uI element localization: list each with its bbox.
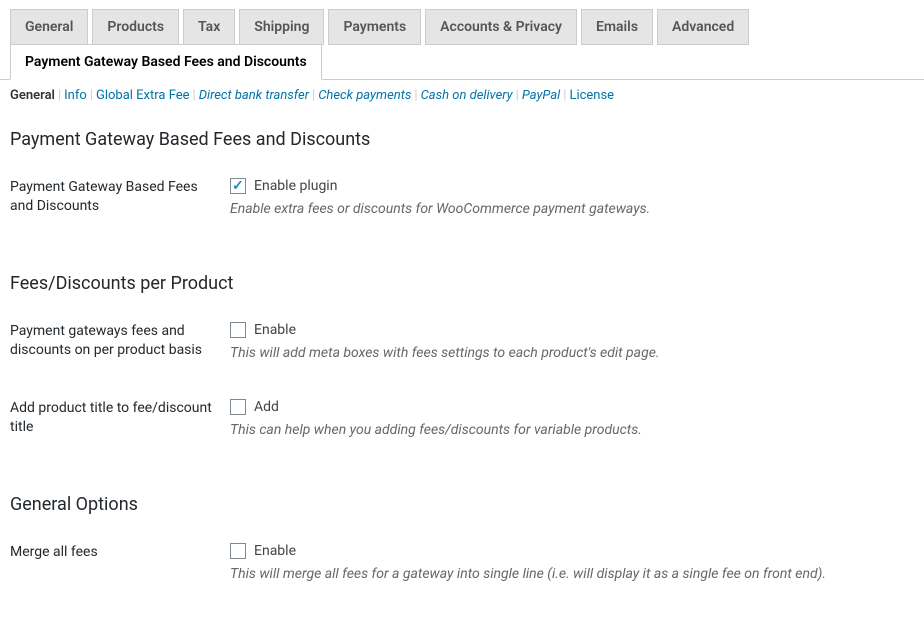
section-title-per-product: Fees/Discounts per Product — [10, 273, 914, 294]
per-product-field[interactable]: Enable — [230, 322, 914, 338]
settings-content: Payment Gateway Based Fees and Discounts… — [0, 129, 924, 640]
merge-fees-checkbox-label: Enable — [254, 543, 296, 559]
merge-fees-field[interactable]: Enable — [230, 543, 914, 559]
enable-plugin-description: Enable extra fees or discounts for WooCo… — [230, 201, 914, 217]
section-title-general-options: General Options — [10, 494, 914, 515]
add-title-field[interactable]: Add — [230, 399, 914, 415]
separator: | — [190, 88, 199, 103]
row-label-enable-plugin: Payment Gateway Based Fees and Discounts — [10, 178, 230, 255]
merge-fees-checkbox[interactable] — [230, 543, 246, 559]
tab-payment-gateway-based-fees-and-discounts[interactable]: Payment Gateway Based Fees and Discounts — [10, 44, 322, 80]
subnav-paypal[interactable]: PayPal — [522, 88, 560, 103]
subnav-cash-on-delivery[interactable]: Cash on delivery — [421, 88, 513, 103]
tab-general[interactable]: General — [10, 9, 88, 45]
separator: | — [309, 88, 318, 103]
row-label-merge-fees: Merge all fees — [10, 543, 230, 620]
tab-products[interactable]: Products — [92, 9, 179, 45]
separator: | — [55, 88, 64, 103]
add-title-checkbox[interactable] — [230, 399, 246, 415]
subnav-license[interactable]: License — [569, 88, 614, 103]
tab-shipping[interactable]: Shipping — [239, 9, 324, 45]
section-title-plugin: Payment Gateway Based Fees and Discounts — [10, 129, 914, 150]
per-product-description: This will add meta boxes with fees setti… — [230, 345, 914, 361]
tab-payments[interactable]: Payments — [328, 9, 421, 45]
subnav-info[interactable]: Info — [64, 88, 87, 103]
separator: | — [513, 88, 522, 103]
row-label-add-title: Add product title to fee/discount title — [10, 399, 230, 476]
separator: | — [87, 88, 96, 103]
tab-tax[interactable]: Tax — [183, 9, 235, 45]
subnav-check-payments[interactable]: Check payments — [318, 88, 411, 103]
tab-emails[interactable]: Emails — [581, 9, 653, 45]
per-product-checkbox-label: Enable — [254, 322, 296, 338]
tab-bar: GeneralProductsTaxShippingPaymentsAccoun… — [0, 0, 924, 80]
separator: | — [411, 88, 420, 103]
row-label-per-product: Payment gateways fees and discounts on p… — [10, 322, 230, 399]
enable-plugin-checkbox[interactable] — [230, 178, 246, 194]
subnav-general[interactable]: General — [10, 88, 55, 103]
tab-advanced[interactable]: Advanced — [657, 9, 749, 45]
tab-accounts-privacy[interactable]: Accounts & Privacy — [425, 9, 577, 45]
per-product-checkbox[interactable] — [230, 322, 246, 338]
add-title-checkbox-label: Add — [254, 399, 279, 415]
enable-plugin-field[interactable]: Enable plugin — [230, 178, 914, 194]
subnav-direct-bank-transfer[interactable]: Direct bank transfer — [199, 88, 309, 103]
subnav-global-extra-fee[interactable]: Global Extra Fee — [96, 88, 190, 103]
sub-navigation: General|Info|Global Extra Fee|Direct ban… — [0, 80, 924, 111]
add-title-description: This can help when you adding fees/disco… — [230, 422, 914, 438]
enable-plugin-checkbox-label: Enable plugin — [254, 178, 337, 194]
merge-fees-description: This will merge all fees for a gateway i… — [230, 566, 914, 582]
